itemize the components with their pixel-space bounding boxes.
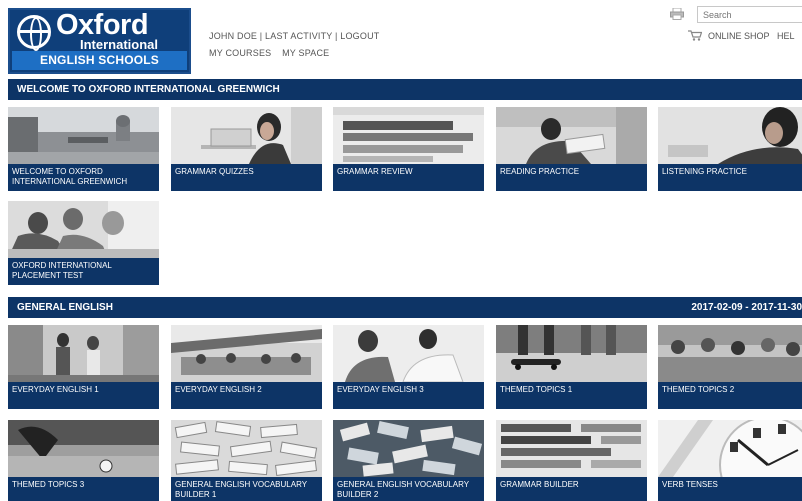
tile-label: WELCOME TO OXFORD INTERNATIONAL GREENWIC… <box>12 167 128 186</box>
course-tile[interactable]: GENERAL ENGLISH VOCABULARY BUILDER 1 <box>171 420 322 501</box>
tile-image-success-text <box>496 420 647 477</box>
tile-image-greenwich <box>8 107 159 164</box>
course-tile[interactable]: VERB TENSES <box>658 420 802 501</box>
tile-label: EVERYDAY ENGLISH 2 <box>175 385 262 394</box>
tile-label: GRAMMAR REVIEW <box>337 167 413 176</box>
online-shop-link[interactable]: ONLINE SHOP <box>708 31 770 41</box>
tile-label: THEMED TOPICS 1 <box>500 385 573 394</box>
nav-my-courses[interactable]: MY COURSES <box>209 48 271 58</box>
nav-my-space[interactable]: MY SPACE <box>282 48 329 58</box>
tile-label: GENERAL ENGLISH VOCABULARY BUILDER 1 <box>175 480 307 499</box>
help-link[interactable]: HEL <box>777 31 795 41</box>
tile-image-football <box>8 420 159 477</box>
tile-image-clock <box>658 420 802 477</box>
course-tile[interactable]: READING PRACTICE <box>496 107 647 191</box>
section-bar-welcome: WELCOME TO OXFORD INTERNATIONAL GREENWIC… <box>8 79 802 100</box>
tile-image-students-writing <box>8 201 159 258</box>
tile-label: OXFORD INTERNATIONAL PLACEMENT TEST <box>12 261 112 280</box>
tile-image-man-reading <box>496 107 647 164</box>
tile-label: EVERYDAY ENGLISH 1 <box>12 385 99 394</box>
tile-label: GENERAL ENGLISH VOCABULARY BUILDER 2 <box>337 480 469 499</box>
tile-image-word-blocks <box>333 420 484 477</box>
course-tile[interactable]: EVERYDAY ENGLISH 2 <box>171 325 322 409</box>
tile-label: VERB TENSES <box>662 480 718 489</box>
logo-top: Oxford International <box>10 10 189 54</box>
tile-image-woman-laptop <box>171 107 322 164</box>
tile-label: THEMED TOPICS 2 <box>662 385 735 394</box>
course-tile[interactable]: GRAMMAR REVIEW <box>333 107 484 191</box>
course-tile[interactable]: LISTENING PRACTICE <box>658 107 802 191</box>
header-shop-links: ONLINE SHOP HEL <box>708 31 795 41</box>
course-tile[interactable]: GRAMMAR QUIZZES <box>171 107 322 191</box>
tile-image-woman-headphones <box>658 107 802 164</box>
globe-icon <box>17 15 51 51</box>
tile-label: LISTENING PRACTICE <box>662 167 747 176</box>
tile-image-dictionary <box>333 107 484 164</box>
section-title: GENERAL ENGLISH <box>17 302 113 313</box>
tile-image-cafe <box>171 325 322 382</box>
course-tile[interactable]: EVERYDAY ENGLISH 1 <box>8 325 159 409</box>
tile-label: THEMED TOPICS 3 <box>12 480 85 489</box>
cart-icon[interactable] <box>688 30 702 41</box>
logo-banner: ENGLISH SCHOOLS <box>12 51 187 70</box>
tile-image-word-tiles <box>171 420 322 477</box>
course-tile[interactable]: THEMED TOPICS 2 <box>658 325 802 409</box>
tile-label: GRAMMAR QUIZZES <box>175 167 254 176</box>
tile-label: READING PRACTICE <box>500 167 580 176</box>
user-links[interactable]: JOHN DOE | LAST ACTIVITY | LOGOUT <box>209 31 379 41</box>
tile-image-doctor-patient <box>333 325 484 382</box>
course-tile[interactable]: THEMED TOPICS 3 <box>8 420 159 501</box>
course-tile[interactable]: WELCOME TO OXFORD INTERNATIONAL GREENWIC… <box>8 107 159 191</box>
tile-image-people-shopping <box>8 325 159 382</box>
section-bar-general-english: GENERAL ENGLISH 2017-02-09 - 2017-11-30 <box>8 297 802 318</box>
logo-name: Oxford <box>56 9 149 41</box>
course-tile[interactable]: GENERAL ENGLISH VOCABULARY BUILDER 2 <box>333 420 484 501</box>
logo-subtitle: International <box>80 37 159 52</box>
section-title: WELCOME TO OXFORD INTERNATIONAL GREENWIC… <box>17 84 280 95</box>
tile-image-skateboard <box>496 325 647 382</box>
search-input[interactable] <box>697 6 802 23</box>
course-tile[interactable]: THEMED TOPICS 1 <box>496 325 647 409</box>
oxford-logo[interactable]: Oxford International ENGLISH SCHOOLS <box>8 8 191 74</box>
course-tile[interactable]: OXFORD INTERNATIONAL PLACEMENT TEST <box>8 201 159 285</box>
print-icon[interactable] <box>670 8 684 20</box>
tile-label: EVERYDAY ENGLISH 3 <box>337 385 424 394</box>
course-tile[interactable]: EVERYDAY ENGLISH 3 <box>333 325 484 409</box>
main-nav: MY COURSES MY SPACE <box>209 48 337 58</box>
tile-image-friends-group <box>658 325 802 382</box>
tile-label: GRAMMAR BUILDER <box>500 480 579 489</box>
course-tile[interactable]: GRAMMAR BUILDER <box>496 420 647 501</box>
section-date-range: 2017-02-09 - 2017-11-30 <box>691 302 802 313</box>
